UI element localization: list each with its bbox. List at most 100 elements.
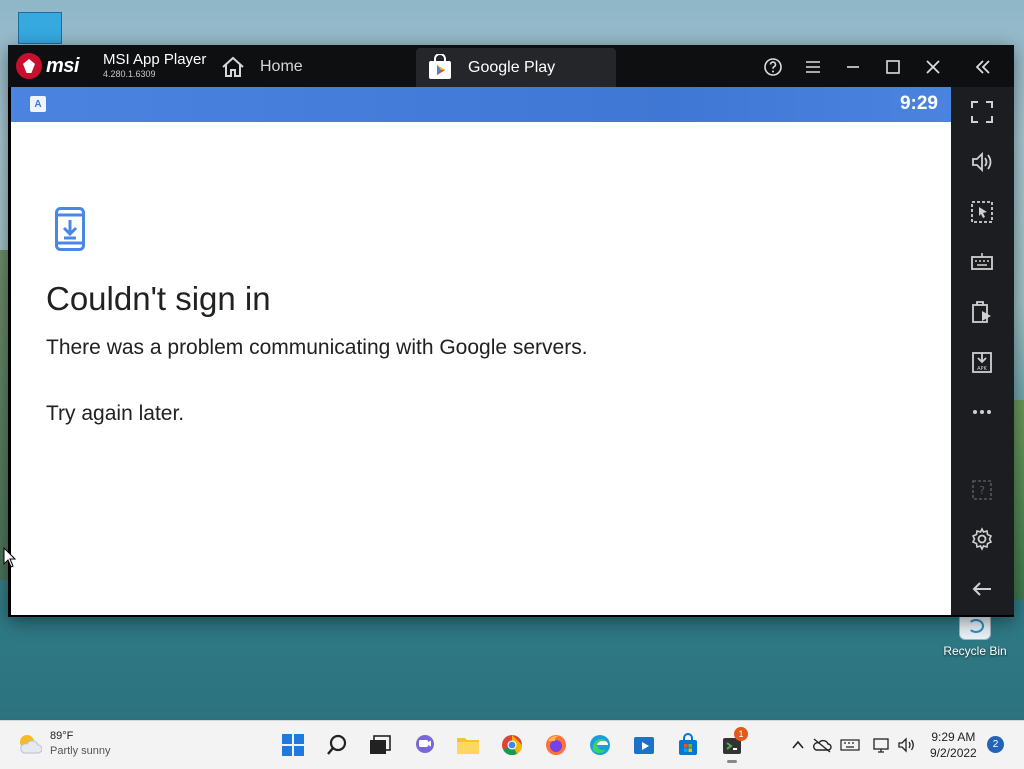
minimize-button[interactable] (840, 54, 866, 80)
error-message: There was a problem communicating with G… (46, 336, 588, 359)
volume-button[interactable] (967, 147, 997, 177)
app-version: 4.280.1.6309 (103, 69, 156, 79)
clock-time: 9:29 AM (931, 730, 976, 744)
apk-install-button[interactable]: APK (967, 347, 997, 377)
search-button[interactable] (323, 731, 351, 759)
phone-download-icon (55, 207, 85, 251)
keyboard-button[interactable] (967, 247, 997, 277)
show-hidden-icons-button[interactable] (788, 735, 808, 755)
keyboard-icon (971, 253, 993, 270)
volume-tray-button[interactable] (897, 735, 917, 755)
keyboard-tray-icon (840, 739, 860, 751)
onedrive-button[interactable] (812, 735, 832, 755)
taskbar-clock[interactable]: 9:29 AM 9/2/2022 (930, 729, 977, 761)
cloud-offline-icon (813, 738, 832, 753)
partly-sunny-icon (20, 735, 42, 754)
recycle-bin-label: Recycle Bin (943, 644, 1007, 658)
weather-temp: 89°F (50, 730, 74, 742)
folder-icon (457, 738, 479, 754)
screenshot-icon (971, 201, 993, 223)
apk-install-icon: APK (972, 352, 992, 373)
msi-app-player-window: msi MSI App Player 4.280.1.6309 Home Goo… (8, 45, 1014, 617)
task-view-icon (370, 735, 391, 754)
brand-text: msi (46, 55, 79, 77)
help-button[interactable] (760, 54, 786, 80)
weather-widget[interactable]: 89°F Partly sunny (16, 729, 111, 759)
android-screen[interactable]: A 9:29 Couldn't sign in There was a prob… (11, 87, 951, 615)
minimize-icon (847, 66, 859, 68)
android-status-bar: A 9:29 (11, 87, 951, 122)
menu-button[interactable] (800, 54, 826, 80)
clock-date: 9/2/2022 (930, 746, 977, 760)
desktop-shortcut-icon[interactable] (18, 12, 62, 44)
home-icon (222, 56, 244, 77)
screenshot-button[interactable] (967, 197, 997, 227)
weather-desc: Partly sunny (50, 745, 111, 757)
multi-instance-button[interactable] (967, 297, 997, 327)
taskbar: 89°F Partly sunny 1 9:29 AM 9/2/2022 2 (0, 720, 1024, 769)
error-retry-message: Try again later. (46, 402, 185, 425)
fullscreen-button[interactable] (967, 97, 997, 127)
task-view-button[interactable] (366, 731, 394, 759)
fullscreen-icon (971, 101, 993, 123)
app-title: MSI App Player (103, 51, 207, 68)
help-icon: ? (972, 480, 992, 500)
close-icon (926, 60, 940, 74)
chevron-up-icon (792, 740, 804, 749)
media-player-button[interactable] (630, 731, 658, 759)
home-tab[interactable]: Home (220, 53, 303, 81)
collapse-sidebar-button[interactable] (970, 54, 996, 80)
msi-logo-icon (16, 53, 42, 79)
app-badge: 1 (734, 727, 748, 741)
more-icon (973, 410, 991, 414)
chrome-icon (502, 735, 523, 756)
close-button[interactable] (920, 54, 946, 80)
title-bar[interactable]: msi MSI App Player 4.280.1.6309 Home Goo… (8, 45, 1014, 87)
store-icon (679, 733, 697, 755)
speaker-icon (898, 737, 914, 753)
question-icon (764, 58, 782, 76)
search-icon (327, 734, 347, 755)
media-player-icon (634, 737, 654, 754)
recycle-bin[interactable]: Recycle Bin (938, 612, 1012, 658)
active-app-indicator (727, 760, 737, 763)
msi-app-player-taskbar-button[interactable]: 1 (718, 727, 748, 763)
double-chevron-left-icon (975, 60, 990, 74)
microsoft-store-button[interactable] (674, 731, 702, 759)
tab-google-play[interactable]: Google Play (416, 48, 616, 87)
windows-start-icon (282, 734, 304, 756)
start-button[interactable] (279, 731, 307, 759)
file-explorer-button[interactable] (454, 731, 482, 759)
firefox-icon (546, 735, 566, 755)
status-notification-icon: A (30, 96, 46, 112)
mouse-cursor-icon (3, 547, 17, 568)
teams-chat-button[interactable] (410, 731, 438, 759)
edge-button[interactable] (586, 731, 614, 759)
settings-icon (971, 527, 993, 551)
hamburger-menu-icon (806, 61, 820, 73)
maximize-button[interactable] (880, 54, 906, 80)
edge-icon (590, 735, 610, 755)
more-button[interactable] (967, 397, 997, 427)
firefox-button[interactable] (542, 731, 570, 759)
svg-text:?: ? (979, 484, 985, 497)
multi-instance-icon (972, 301, 991, 323)
svg-text:APK: APK (977, 366, 987, 372)
chrome-button[interactable] (498, 731, 526, 759)
player-sidebar: APK ? (951, 87, 1014, 615)
notification-badge[interactable]: 2 (987, 736, 1004, 753)
help-sidebar-button[interactable]: ? (967, 475, 997, 505)
network-icon (873, 738, 889, 753)
network-button[interactable] (872, 735, 892, 755)
tab-label: Google Play (468, 58, 556, 76)
status-time: 9:29 (899, 93, 938, 114)
keyboard-layout-button[interactable] (840, 735, 860, 755)
settings-button[interactable] (967, 524, 997, 554)
volume-icon (972, 151, 992, 173)
maximize-icon (886, 60, 900, 74)
error-title: Couldn't sign in (46, 280, 271, 317)
chat-icon (416, 735, 434, 753)
play-store-icon (429, 53, 451, 79)
back-button[interactable] (967, 574, 997, 604)
home-tab-label: Home (260, 58, 303, 75)
